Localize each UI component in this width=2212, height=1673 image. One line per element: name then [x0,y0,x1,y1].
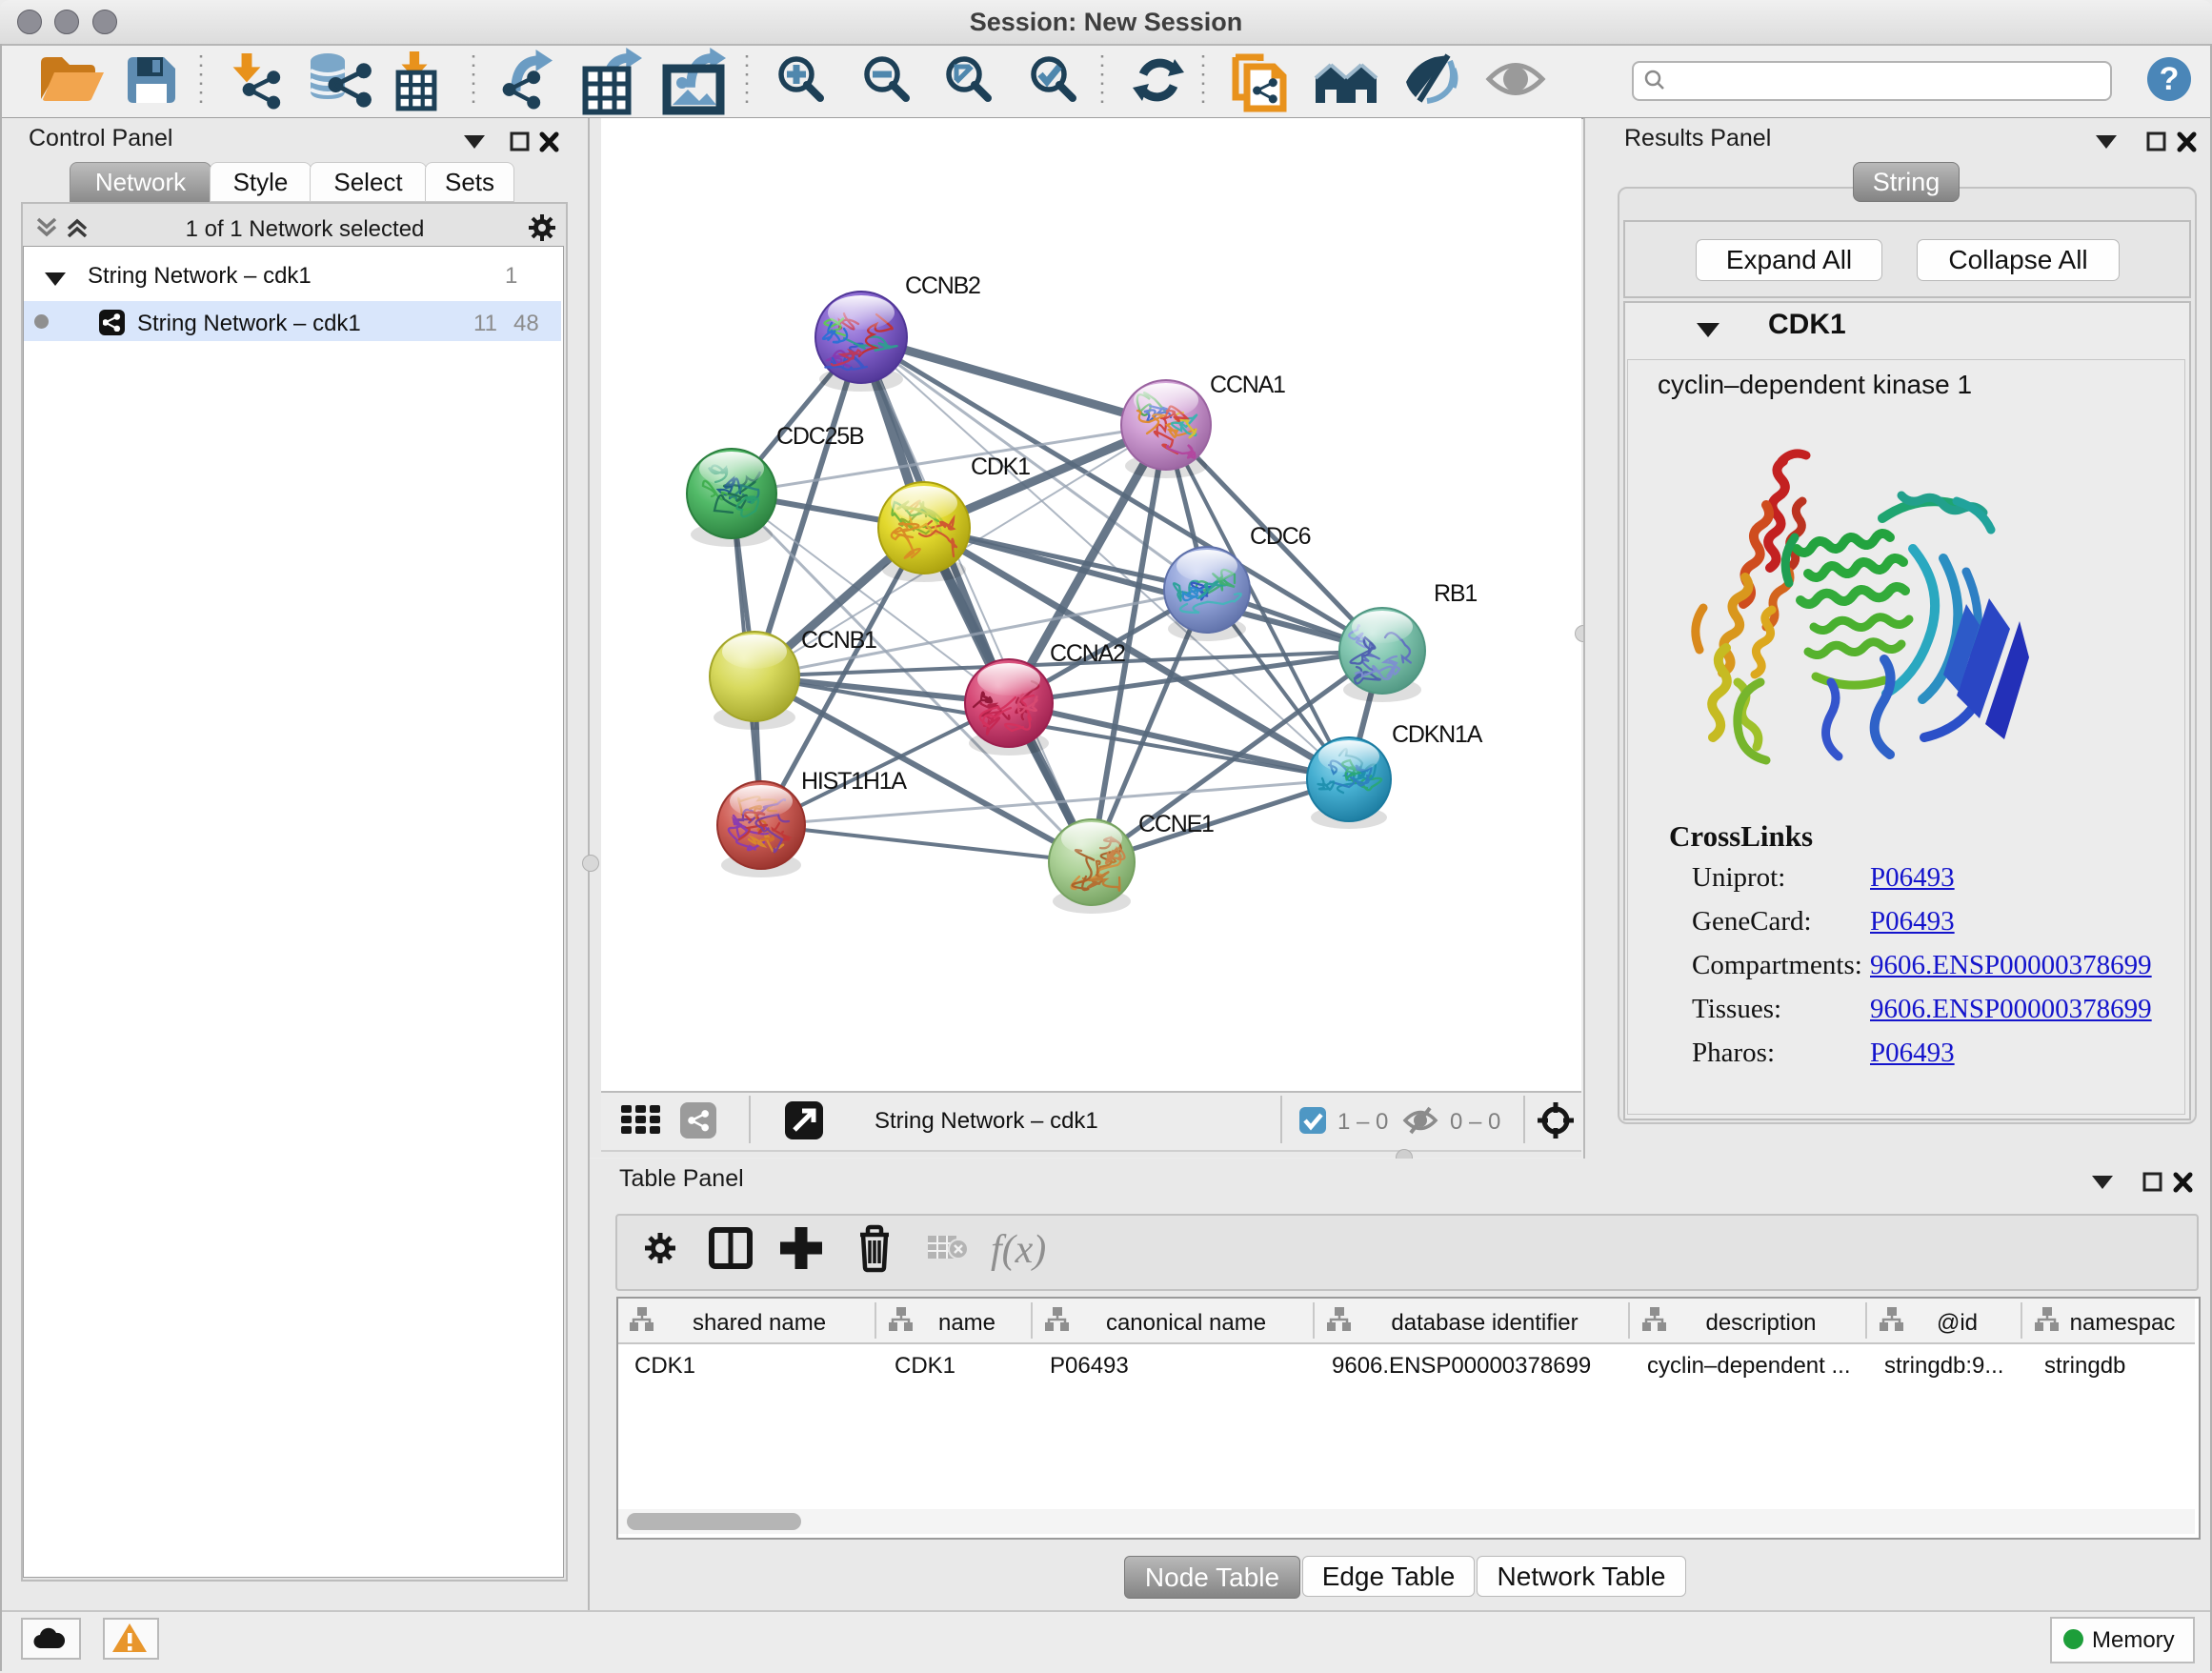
svg-text:CDK1: CDK1 [971,454,1030,480]
svg-text:CDC25B: CDC25B [776,423,864,450]
svg-text:CDKN1A: CDKN1A [1392,721,1483,748]
svg-text:RB1: RB1 [1434,580,1477,607]
svg-text:1 – 0: 1 – 0 [1337,1109,1388,1135]
svg-text:f(x): f(x) [991,1228,1046,1272]
svg-text:0 – 0: 0 – 0 [1450,1109,1500,1135]
svg-text:P06493: P06493 [1050,1353,1129,1379]
svg-text:CDC6: CDC6 [1250,523,1311,550]
svg-text:CDK1: CDK1 [895,1353,955,1379]
svg-text:CCNA2: CCNA2 [1050,640,1125,667]
svg-text:@id: @id [1937,1310,1978,1336]
svg-text:9606.ENSP00000378699: 9606.ENSP00000378699 [1332,1353,1591,1379]
svg-text:CCNB1: CCNB1 [801,627,876,654]
svg-text:name: name [938,1310,995,1336]
svg-text:stringdb:9...: stringdb:9... [1884,1353,2003,1379]
svg-text:CDK1: CDK1 [634,1353,695,1379]
svg-text:CCNB2: CCNB2 [905,272,980,299]
svg-text:String Network – cdk1: String Network – cdk1 [875,1108,1098,1134]
svg-text:CCNA1: CCNA1 [1210,372,1285,398]
svg-text:canonical name: canonical name [1106,1310,1266,1336]
svg-text:description: description [1705,1310,1816,1336]
svg-text:database identifier: database identifier [1391,1310,1578,1336]
svg-text:cyclin–dependent ...: cyclin–dependent ... [1647,1353,1850,1379]
svg-text:namespac: namespac [2070,1310,2176,1336]
svg-text:CCNE1: CCNE1 [1138,811,1214,837]
svg-text:HIST1H1A: HIST1H1A [801,768,907,795]
svg-text:shared name: shared name [693,1310,826,1336]
svg-text:stringdb: stringdb [2044,1353,2125,1379]
